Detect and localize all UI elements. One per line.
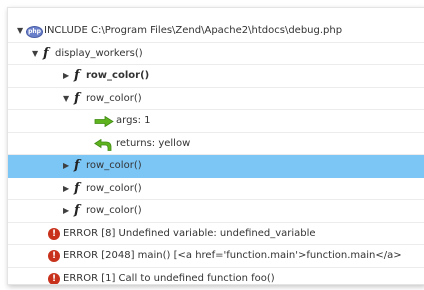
include-label: INCLUDE C:\Program Files\Zend\Apache2\ht…: [44, 20, 342, 43]
error-message: ERROR [2048] main() [<a href='function.m…: [63, 250, 402, 261]
function-icon: f: [74, 158, 80, 173]
returns-label: returns: yellow: [116, 137, 191, 149]
triangle-down-icon[interactable]: ▼: [17, 20, 23, 43]
triangle-right-icon[interactable]: ▶: [63, 155, 69, 178]
include-path: C:\Program Files\Zend\Apache2\htdocs\deb…: [91, 25, 343, 36]
debug-trace-panel: ▼ php INCLUDE C:\Program Files\Zend\Apac…: [7, 7, 424, 285]
error-icon: !: [48, 227, 60, 240]
function-icon: f: [43, 45, 49, 61]
function-row-display-workers[interactable]: ▼ f display_workers(): [8, 43, 424, 66]
function-icon: f: [74, 68, 80, 83]
function-icon: f: [74, 90, 80, 106]
function-label: row_color(): [86, 92, 142, 104]
include-prefix: INCLUDE: [44, 25, 88, 36]
error-row[interactable]: ! ERROR [8] Undefined variable: undefine…: [8, 223, 424, 245]
triangle-down-icon[interactable]: ▼: [63, 88, 69, 111]
error-icon: !: [48, 272, 60, 284]
returns-row[interactable]: returns: yellow: [8, 133, 424, 155]
error-row[interactable]: ! ERROR [2048] main() [<a href='function…: [8, 245, 424, 268]
function-row-row-color[interactable]: ▼ f row_color(): [8, 88, 424, 111]
triangle-right-icon[interactable]: ▶: [63, 65, 69, 88]
function-label: row_color(): [86, 70, 150, 81]
function-icon: f: [74, 180, 80, 196]
args-label: args: 1: [116, 115, 151, 126]
green-arrow-right-icon: [94, 116, 114, 127]
triangle-down-icon[interactable]: ▼: [32, 43, 38, 66]
error-message: ERROR [8] Undefined variable: undefined_…: [63, 227, 316, 239]
green-return-arrow-icon: [94, 138, 112, 151]
function-row-row-color[interactable]: ▶ f row_color(): [8, 178, 424, 201]
function-label: row_color(): [86, 182, 142, 194]
triangle-right-icon[interactable]: ▶: [63, 178, 69, 201]
function-label: row_color(): [86, 160, 142, 171]
function-row-row-color[interactable]: ▶ f row_color(): [8, 65, 424, 88]
function-icon: f: [74, 203, 80, 218]
args-row[interactable]: args: 1: [8, 110, 424, 133]
error-message: ERROR [1] Call to undefined function foo…: [63, 272, 275, 284]
php-file-icon: php: [26, 26, 43, 38]
trace-tree: ▼ php INCLUDE C:\Program Files\Zend\Apac…: [8, 20, 424, 284]
include-row[interactable]: ▼ php INCLUDE C:\Program Files\Zend\Apac…: [8, 20, 424, 43]
error-icon: !: [48, 250, 60, 262]
function-row-row-color-selected[interactable]: ▶ f row_color(): [8, 155, 424, 178]
function-row-row-color[interactable]: ▶ f row_color(): [8, 200, 424, 223]
function-label: display_workers(): [55, 47, 143, 59]
function-label: row_color(): [86, 205, 142, 216]
error-row[interactable]: ! ERROR [1] Call to undefined function f…: [8, 268, 424, 284]
triangle-right-icon[interactable]: ▶: [63, 200, 69, 223]
